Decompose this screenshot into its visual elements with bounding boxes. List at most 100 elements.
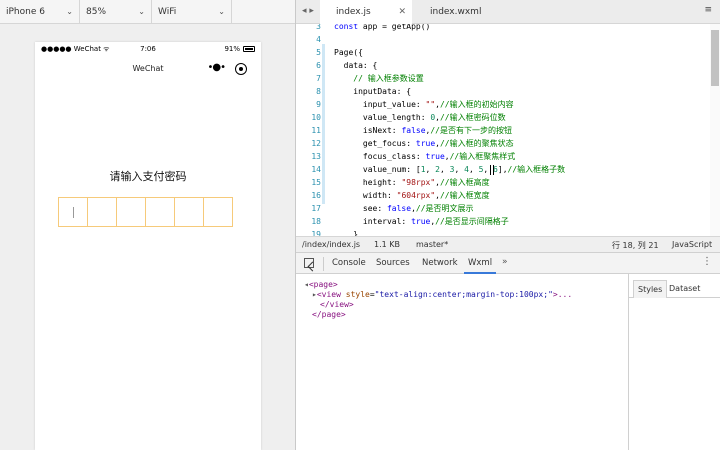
code-line[interactable]: 18 interval: true,//是否显示间隔格子 bbox=[296, 215, 720, 228]
code-line[interactable]: 10 value_length: 0,//输入框密码位数 bbox=[296, 111, 720, 124]
line-number: 16 bbox=[311, 191, 321, 200]
tab-dataset[interactable]: Dataset bbox=[665, 280, 704, 298]
password-digit-box[interactable] bbox=[203, 197, 233, 227]
cursor-position[interactable]: 行 18, 列 21 bbox=[612, 240, 659, 251]
git-branch[interactable]: master* bbox=[416, 240, 448, 249]
menu-icon[interactable]: ≡ bbox=[704, 5, 712, 15]
password-digit-box[interactable] bbox=[87, 197, 117, 227]
code-text: get_focus: true,//输入框的聚焦状态 bbox=[334, 139, 514, 148]
simulator-area: ●●●●● WeChat ᯤ 7:06 91% WeChat •●• 请输入支付… bbox=[0, 24, 295, 450]
wxml-tree: ◂<page> ▸<view style="text-align:center;… bbox=[296, 274, 628, 450]
tab-nav-arrows-icon[interactable]: ◂ ▸ bbox=[302, 6, 314, 16]
tab-index-js[interactable]: index.js ✕ bbox=[320, 0, 412, 24]
tree-node-view-close: </view> bbox=[320, 300, 354, 309]
code-line[interactable]: 16 width: "604rpx",//输入框宽度 bbox=[296, 189, 720, 202]
code-line[interactable]: 17 see: false,//是否明文展示 bbox=[296, 202, 720, 215]
input-caret bbox=[73, 207, 74, 218]
line-number: 6 bbox=[316, 61, 321, 70]
zoom-label: 85% bbox=[86, 7, 107, 17]
page-title: 请输入支付密码 bbox=[109, 170, 187, 183]
editor-statusbar: /index/index.js 1.1 KB master* 行 18, 列 2… bbox=[296, 236, 720, 252]
code-text: see: false,//是否明文展示 bbox=[334, 204, 474, 213]
editor-scroll-thumb[interactable] bbox=[711, 30, 719, 86]
device-select[interactable]: iPhone 6 ⌄ bbox=[0, 0, 80, 24]
password-digit-box[interactable] bbox=[116, 197, 146, 227]
code-line[interactable]: 6 data: { bbox=[296, 59, 720, 72]
code-text: width: "604rpx",//输入框宽度 bbox=[334, 191, 490, 200]
code-line[interactable]: 15 height: "98rpx",//输入框高度 bbox=[296, 176, 720, 189]
code-text: Page({ bbox=[334, 48, 363, 57]
simulator-toolbar: iPhone 6 ⌄ 85% ⌄ WiFi ⌄ bbox=[0, 0, 295, 24]
more-dots-icon[interactable]: •●• bbox=[207, 62, 226, 73]
indent-guide bbox=[322, 44, 325, 204]
code-line[interactable]: 19 } bbox=[296, 228, 720, 236]
language-mode[interactable]: JavaScript bbox=[672, 240, 712, 249]
inspect-element-icon[interactable] bbox=[304, 258, 314, 268]
code-editor[interactable]: 3 const app = getApp() 4 5 Page({6 data: {7 … bbox=[296, 24, 720, 236]
line-number: 18 bbox=[311, 217, 321, 226]
tab-wxml[interactable]: Wxml bbox=[464, 253, 497, 274]
code-text: data: { bbox=[334, 61, 378, 70]
line-number: 3 bbox=[316, 24, 321, 31]
line-number: 8 bbox=[316, 87, 321, 96]
line-number: 5 bbox=[316, 48, 321, 57]
zoom-select[interactable]: 85% ⌄ bbox=[80, 0, 152, 24]
battery-status: 91% bbox=[224, 45, 255, 53]
tab-console[interactable]: Console bbox=[332, 253, 366, 274]
wechat-nav-bar: WeChat •●• bbox=[35, 58, 261, 82]
code-line[interactable]: 12 get_focus: true,//输入框的聚焦状态 bbox=[296, 137, 720, 150]
code-text: value_length: 0,//输入框密码位数 bbox=[334, 113, 506, 122]
tab-styles[interactable]: Styles bbox=[633, 280, 668, 298]
tab-sources[interactable]: Sources bbox=[376, 253, 410, 274]
line-number: 10 bbox=[311, 113, 321, 122]
code-line[interactable]: 5 Page({ bbox=[296, 46, 720, 59]
network-label: WiFi bbox=[158, 7, 177, 17]
phone-screen: ●●●●● WeChat ᯤ 7:06 91% WeChat •●• 请输入支付… bbox=[35, 42, 261, 450]
tab-index-wxml[interactable]: index.wxml bbox=[414, 0, 506, 24]
battery-icon bbox=[243, 46, 255, 52]
toolbar-divider bbox=[323, 257, 324, 271]
line-number: 9 bbox=[316, 100, 321, 109]
code-line[interactable]: 11 isNext: false,//是否有下一步的按钮 bbox=[296, 124, 720, 137]
line-number: 12 bbox=[311, 139, 321, 148]
device-label: iPhone 6 bbox=[6, 7, 45, 17]
code-text: input_value: "",//输入框的初始内容 bbox=[334, 100, 514, 109]
code-line[interactable]: 8 inputData: { bbox=[296, 85, 720, 98]
file-path: /index/index.js bbox=[302, 240, 361, 249]
password-digit-box[interactable] bbox=[58, 197, 88, 227]
code-text: interval: true,//是否显示间隔格子 bbox=[334, 217, 509, 226]
battery-percent: 91% bbox=[224, 45, 240, 53]
text-cursor-icon bbox=[490, 165, 494, 175]
code-text: const app = getApp() bbox=[334, 24, 431, 31]
tab-label: index.wxml bbox=[430, 7, 482, 17]
chevron-down-icon: ⌄ bbox=[138, 7, 145, 16]
tab-network[interactable]: Network bbox=[422, 253, 458, 274]
password-input[interactable] bbox=[58, 197, 233, 227]
network-select[interactable]: WiFi ⌄ bbox=[152, 0, 232, 24]
code-line[interactable]: 3 const app = getApp() bbox=[296, 24, 720, 33]
code-text: } bbox=[334, 230, 359, 236]
nav-title: WeChat bbox=[132, 64, 164, 73]
devtools-tabbar: Console Sources Network Wxml » ⋮ bbox=[296, 252, 720, 274]
file-size: 1.1 KB bbox=[374, 240, 400, 249]
styles-tabbar: Styles Dataset bbox=[629, 278, 720, 298]
styles-panel: Styles Dataset bbox=[628, 274, 720, 450]
tree-node-view[interactable]: ▸<view style="text-align:center;margin-t… bbox=[312, 290, 572, 300]
tree-node-page[interactable]: ◂<page> bbox=[304, 280, 338, 290]
close-icon[interactable]: ✕ bbox=[398, 0, 406, 24]
line-number: 11 bbox=[311, 126, 321, 135]
password-digit-box[interactable] bbox=[174, 197, 204, 227]
kebab-menu-icon[interactable]: ⋮ bbox=[702, 256, 712, 267]
password-digit-box[interactable] bbox=[145, 197, 175, 227]
tab-label: index.js bbox=[336, 7, 371, 17]
code-line[interactable]: 4 bbox=[296, 33, 720, 46]
code-line[interactable]: 7 // 输入框参数设置 bbox=[296, 72, 720, 85]
chevron-down-icon: ⌄ bbox=[218, 7, 225, 16]
more-tabs-icon[interactable]: » bbox=[502, 257, 508, 267]
code-line[interactable]: 14 value_num: [1, 2, 3, 4, 5, 6],//输入框格子… bbox=[296, 163, 720, 176]
line-number: 15 bbox=[311, 178, 321, 187]
code-line[interactable]: 9 input_value: "",//输入框的初始内容 bbox=[296, 98, 720, 111]
line-number: 14 bbox=[311, 165, 321, 174]
code-line[interactable]: 13 focus_class: true,//输入框聚焦样式 bbox=[296, 150, 720, 163]
close-capsule-icon[interactable] bbox=[235, 63, 247, 75]
